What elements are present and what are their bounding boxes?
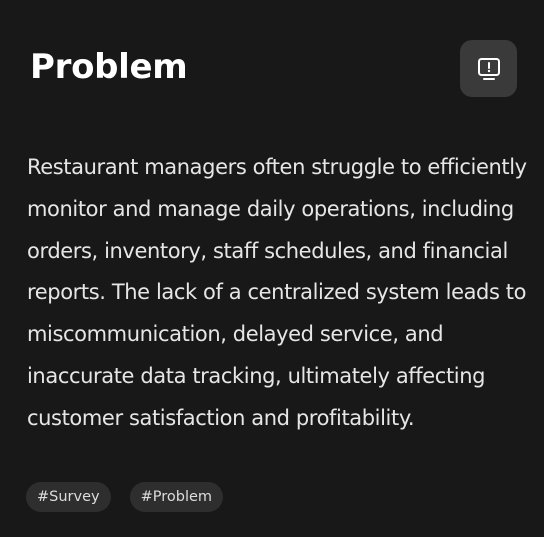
tag-problem[interactable]: #Problem: [129, 482, 224, 512]
tag-survey[interactable]: #Survey: [26, 482, 111, 512]
monitor-alert-icon: [477, 57, 500, 80]
problem-description: Restaurant managers often struggle to ef…: [27, 155, 527, 430]
problem-icon-button[interactable]: [460, 40, 517, 97]
problem-card: Problem Restaurant managers often strugg…: [0, 0, 544, 537]
card-title: Problem: [30, 47, 188, 87]
tag-list: #Survey #Problem: [26, 482, 224, 512]
